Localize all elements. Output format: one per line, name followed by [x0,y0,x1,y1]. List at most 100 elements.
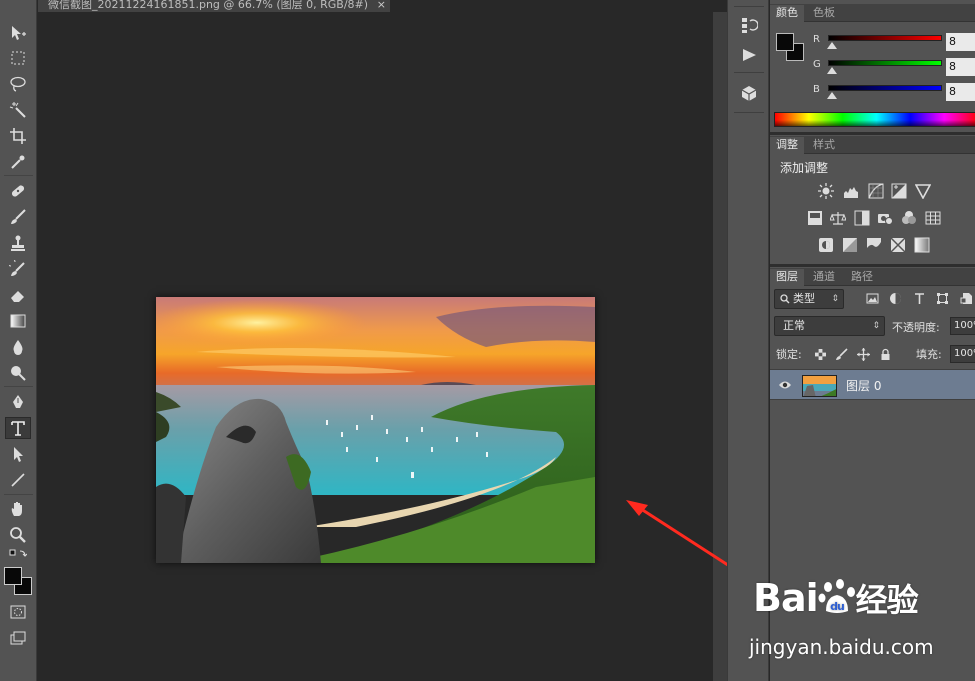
vibrance-icon[interactable] [915,183,931,199]
curves-icon[interactable] [868,183,884,199]
photoshop-window: 微信截图_20211224161851.png @ 66.7% (图层 0, R… [0,0,975,681]
tab-styles[interactable]: 样式 [807,137,841,154]
channel-b-thumb[interactable] [827,92,837,99]
exposure-icon[interactable] [891,183,907,199]
dodge-tool-icon[interactable] [5,362,31,384]
selective-color-icon[interactable] [890,237,906,253]
photo-filter-icon[interactable] [877,210,893,226]
magic-wand-tool-icon[interactable] [5,99,31,121]
channel-r-value[interactable]: 8 [946,33,975,51]
lock-image-pixels-icon[interactable] [835,348,848,361]
filter-type-icon[interactable] [913,292,926,305]
lock-label: 锁定: [776,348,802,361]
levels-icon[interactable] [843,183,859,199]
posterize-icon[interactable] [842,237,858,253]
layer-thumbnail [802,375,837,397]
tools-panel [0,0,37,681]
baidu-paw-icon: du [818,579,855,613]
close-document-icon[interactable]: × [377,0,386,10]
history-icon[interactable] [736,14,762,36]
zoom-tool-icon[interactable] [5,524,31,546]
fill-input[interactable]: 100% [950,345,975,363]
channel-g-thumb[interactable] [827,67,837,74]
filter-smart-object-icon[interactable] [960,292,973,305]
document-tab-title: 微信截图_20211224161851.png @ 66.7% (图层 0, R… [48,0,369,11]
layer-row[interactable]: 图层 0 [770,369,975,400]
marquee-tool-icon[interactable] [5,47,31,69]
channel-b-label: B [813,84,820,95]
line-tool-icon[interactable] [5,469,31,491]
channel-b-slider[interactable] [828,85,942,91]
type-tool-icon[interactable] [5,417,31,439]
clone-stamp-tool-icon[interactable] [5,232,31,254]
search-icon [780,294,790,304]
foreground-color-swatch[interactable] [4,567,22,585]
tab-layers[interactable]: 图层 [770,269,804,286]
channel-b-value[interactable]: 8 [946,83,975,101]
path-selection-tool-icon[interactable] [5,443,31,465]
watermark-url: jingyan.baidu.com [749,635,934,659]
gradient-map-icon[interactable] [914,237,930,253]
channel-mixer-icon[interactable] [901,210,917,226]
document-tab[interactable]: 微信截图_20211224161851.png @ 66.7% (图层 0, R… [38,0,390,12]
tab-adjustments[interactable]: 调整 [770,137,804,154]
channel-g-value[interactable]: 8 [946,58,975,76]
brush-tool-icon[interactable] [5,206,31,228]
crop-tool-icon[interactable] [5,125,31,147]
layer-name[interactable]: 图层 0 [846,377,881,394]
layers-panel-tabs: 图层 通道 路径 [770,268,975,286]
healing-brush-tool-icon[interactable] [5,180,31,202]
lock-position-icon[interactable] [857,348,870,361]
tab-color[interactable]: 颜色 [770,5,804,22]
eyedropper-tool-icon[interactable] [5,151,31,173]
color-spectrum-bar[interactable] [774,112,975,127]
channel-r-thumb[interactable] [827,42,837,49]
fill-label: 填充: [916,348,942,361]
lock-transparent-pixels-icon[interactable] [814,348,827,361]
svg-text:du: du [830,600,844,613]
eye-icon[interactable] [778,379,792,391]
tab-paths[interactable]: 路径 [845,269,879,286]
blend-mode-select[interactable]: 正常 ⇕ [774,316,885,336]
quick-mask-icon[interactable] [5,601,31,623]
actions-play-icon[interactable] [736,44,762,66]
hand-tool-icon[interactable] [5,498,31,520]
gradient-tool-icon[interactable] [5,310,31,332]
pen-tool-icon[interactable] [5,391,31,413]
tab-channels[interactable]: 通道 [807,269,841,286]
layer-filter-kind-value: 类型 [793,292,815,305]
color-balance-icon[interactable] [830,210,846,226]
swap-colors-icon[interactable] [5,548,31,562]
brightness-contrast-icon[interactable] [818,183,834,199]
watermark-logo: Bai du 经验 [753,576,919,620]
filter-shape-icon[interactable] [936,292,949,305]
black-white-icon[interactable] [854,210,870,226]
baidu-jingyan-watermark: Bai du 经验 jingyan.baidu.com [745,575,945,665]
canvas-image[interactable] [156,297,595,563]
filter-adjustment-icon[interactable] [889,292,902,305]
filter-pixel-icon[interactable] [866,292,879,305]
opacity-label: 不透明度: [892,321,940,334]
threshold-icon[interactable] [866,237,882,253]
move-tool-icon[interactable] [5,22,31,44]
add-adjustment-title: 添加调整 [780,161,829,175]
opacity-input[interactable]: 100% [950,317,975,335]
panel-foreground-swatch[interactable] [776,33,794,51]
tab-swatches[interactable]: 色板 [807,5,841,22]
adjustments-panel-tabs: 调整 样式 [770,136,975,154]
3d-cube-icon[interactable] [736,82,762,104]
lasso-tool-icon[interactable] [5,73,31,95]
eraser-tool-icon[interactable] [5,284,31,306]
layer-filter-kind-select[interactable]: 类型 ⇕ [774,289,844,309]
chevron-updown-icon: ⇕ [831,294,839,304]
blur-tool-icon[interactable] [5,336,31,358]
color-lookup-icon[interactable] [925,210,941,226]
screen-mode-icon[interactable] [5,627,31,649]
hue-saturation-icon[interactable] [807,210,823,226]
channel-g-slider[interactable] [828,60,942,66]
channel-r-slider[interactable] [828,35,942,41]
history-brush-tool-icon[interactable] [5,258,31,280]
chevron-updown-icon: ⇕ [872,321,880,331]
invert-icon[interactable] [818,237,834,253]
lock-all-icon[interactable] [879,348,892,361]
